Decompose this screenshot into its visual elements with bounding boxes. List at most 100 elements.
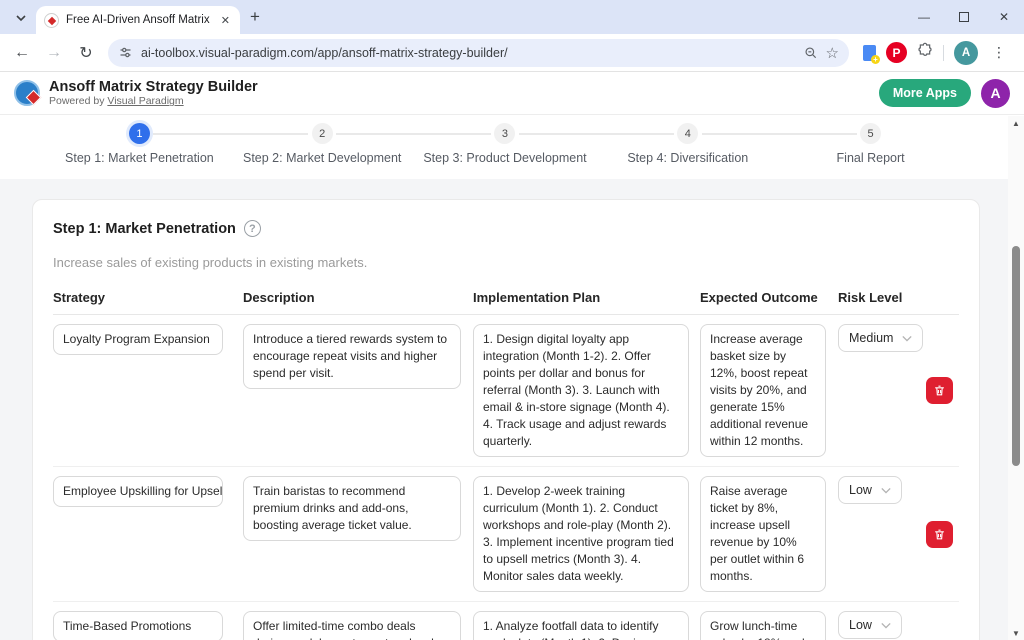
table-row: Loyalty Program Expansion Introduce a ti… [53,315,959,467]
step-1-market-penetration[interactable]: 1 Step 1: Market Penetration [48,123,231,165]
maximize-icon [959,12,969,22]
trash-icon [933,384,946,397]
step-3-label: Step 3: Product Development [423,151,586,165]
chevron-down-icon [902,335,912,342]
minimize-button[interactable]: — [904,2,944,32]
delete-row-button[interactable] [926,521,953,548]
visual-paradigm-link[interactable]: Visual Paradigm [107,95,183,107]
header-strategy: Strategy [53,290,228,305]
user-avatar[interactable]: A [981,79,1010,108]
step-1-dot: 1 [129,123,150,144]
risk-level-value: Medium [849,331,893,345]
step-2-label: Step 2: Market Development [243,151,401,165]
delete-row-button[interactable] [926,377,953,404]
reload-button[interactable]: ↻ [72,39,100,67]
browser-profile-avatar[interactable]: A [954,41,978,65]
step-4-dot: 4 [677,123,698,144]
risk-level-select[interactable]: Low [838,476,902,504]
risk-level-select[interactable]: Low [838,611,902,639]
header-actions: More Apps A [879,79,1010,108]
table-row: Employee Upskilling for Upsell Train bar… [53,467,959,602]
table-header-row: Strategy Description Implementation Plan… [53,290,959,315]
step-5-final-report[interactable]: 5 Final Report [779,123,962,165]
help-icon[interactable]: ? [244,220,261,237]
outcome-input[interactable]: Grow lunch-time sales by 18% and increas… [700,611,826,640]
back-button[interactable]: ← [8,39,36,67]
outcome-input[interactable]: Raise average ticket by 8%, increase ups… [700,476,826,592]
header-outcome: Expected Outcome [700,290,826,305]
stepper-section: 1 Step 1: Market Penetration 2 Step 2: M… [0,115,1024,179]
plan-input[interactable]: 1. Analyze footfall data to identify pea… [473,611,689,640]
description-input[interactable]: Train baristas to recommend premium drin… [243,476,461,541]
save-page-extension-icon[interactable]: + [863,45,876,61]
step-4-label: Step 4: Diversification [627,151,748,165]
trash-icon [933,528,946,541]
site-favicon [44,13,59,28]
extension-icons: + P A ⋮ [857,41,1016,65]
description-input[interactable]: Offer limited-time combo deals during pe… [243,611,461,640]
tab-search-button[interactable] [8,7,34,29]
header-risk: Risk Level [838,290,926,305]
more-apps-button[interactable]: More Apps [879,79,971,107]
url-text: ai-toolbox.visual-paradigm.com/app/ansof… [141,46,796,60]
browser-tab-active[interactable]: Free AI-Driven Ansoff Matrix St ✕ [36,6,240,34]
chevron-down-icon [15,12,27,24]
scrollbar-thumb[interactable] [1012,246,1020,466]
browser-toolbar: ← → ↻ ai-toolbox.visual-paradigm.com/app… [0,34,1024,72]
browser-menu-icon[interactable]: ⋮ [988,44,1010,61]
strategy-input[interactable]: Employee Upskilling for Upsell [53,476,223,507]
pinterest-extension-icon[interactable]: P [886,42,907,63]
step-2-market-development[interactable]: 2 Step 2: Market Development [231,123,414,165]
close-button[interactable]: ✕ [984,2,1024,32]
section-subtitle: Increase sales of existing products in e… [53,255,959,270]
bookmark-star-icon[interactable]: ☆ [826,44,839,62]
tab-close-icon[interactable]: ✕ [219,14,232,27]
plan-input[interactable]: 1. Develop 2-week training curriculum (M… [473,476,689,592]
address-bar[interactable]: ai-toolbox.visual-paradigm.com/app/ansof… [108,39,849,67]
powered-by-text: Powered by [49,95,104,107]
header-plan: Implementation Plan [473,290,689,305]
app-title: Ansoff Matrix Strategy Builder [49,79,258,96]
app-title-block: Ansoff Matrix Strategy Builder Powered b… [49,79,258,108]
chevron-down-icon [881,622,891,629]
forward-button[interactable]: → [40,39,68,67]
extensions-puzzle-icon[interactable] [917,42,933,63]
zoom-icon[interactable] [804,46,818,60]
visual-paradigm-logo-icon [14,80,40,106]
stepper: 1 Step 1: Market Penetration 2 Step 2: M… [48,123,962,165]
strategy-card: Step 1: Market Penetration ? Increase sa… [32,199,980,640]
risk-level-value: Low [849,483,872,497]
toolbar-divider [943,45,944,61]
maximize-button[interactable] [944,2,984,32]
risk-level-select[interactable]: Medium [838,324,923,352]
section-title: Step 1: Market Penetration [53,221,236,237]
scroll-up-icon[interactable]: ▲ [1008,116,1024,130]
tab-title: Free AI-Driven Ansoff Matrix St [66,14,212,26]
risk-level-value: Low [849,618,872,632]
step-3-dot: 3 [494,123,515,144]
window-controls: — ✕ [904,0,1024,34]
step-1-label: Step 1: Market Penetration [65,151,214,165]
app-header: Ansoff Matrix Strategy Builder Powered b… [0,72,1024,115]
plan-input[interactable]: 1. Design digital loyalty app integratio… [473,324,689,457]
outcome-input[interactable]: Increase average basket size by 12%, boo… [700,324,826,457]
new-tab-button[interactable]: + [250,7,260,27]
page-scrollbar[interactable]: ▲ ▼ [1008,116,1024,640]
page-background: Step 1: Market Penetration ? Increase sa… [0,179,1024,626]
scroll-down-icon[interactable]: ▼ [1008,626,1024,640]
browser-tab-strip: Free AI-Driven Ansoff Matrix St ✕ + — ✕ [0,0,1024,34]
site-settings-icon[interactable] [118,45,133,60]
strategy-input[interactable]: Loyalty Program Expansion [53,324,223,355]
powered-by: Powered by Visual Paradigm [49,95,258,107]
header-description: Description [243,290,461,305]
strategy-input[interactable]: Time-Based Promotions [53,611,223,640]
plus-badge: + [871,55,880,64]
step-4-diversification[interactable]: 4 Step 4: Diversification [596,123,779,165]
step-2-dot: 2 [312,123,333,144]
table-row: Time-Based Promotions Offer limited-time… [53,602,959,640]
step-5-label: Final Report [837,151,905,165]
step-5-dot: 5 [860,123,881,144]
step-3-product-development[interactable]: 3 Step 3: Product Development [414,123,597,165]
description-input[interactable]: Introduce a tiered rewards system to enc… [243,324,461,389]
chevron-down-icon [881,487,891,494]
